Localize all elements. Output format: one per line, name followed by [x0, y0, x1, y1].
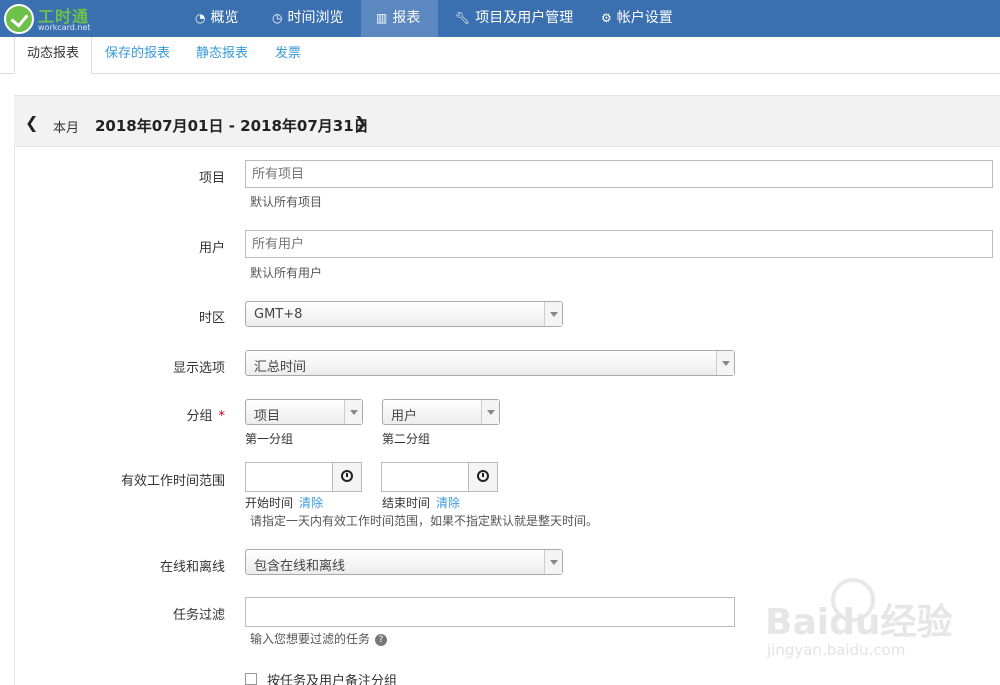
- report-tabs: 动态报表 保存的报表 静态报表 发票: [0, 37, 1000, 74]
- start-time-input[interactable]: [245, 462, 362, 492]
- chevron-down-icon: [344, 400, 362, 424]
- timezone-value: GMT+8: [254, 307, 303, 322]
- user-help: 默认所有用户: [250, 266, 323, 280]
- group-label: 分组 *: [25, 405, 225, 424]
- project-input[interactable]: [245, 160, 993, 188]
- date-range-bar: ❮ 本月 2018年07月01日 - 2018年07月31日 ❯: [14, 95, 1000, 147]
- online-offline-select[interactable]: 包含在线和离线: [245, 549, 563, 575]
- tab-dynamic-report[interactable]: 动态报表: [14, 37, 93, 74]
- online-offline-label: 在线和离线: [159, 560, 225, 575]
- chevron-left-icon[interactable]: ❮: [25, 113, 38, 132]
- start-time-caption: 开始时间 清除: [245, 494, 323, 511]
- top-navbar: 工时通 workcard.net ◔ 概览 ◷ 时间浏览 ▥ 报表 🔧︎ 项目及用户管理…: [0, 0, 1000, 37]
- timezone-select[interactable]: GMT+8: [245, 301, 563, 327]
- start-time-label: 开始时间: [245, 496, 294, 510]
- second-group-caption: 第二分组: [382, 432, 431, 446]
- question-icon[interactable]: ?: [375, 633, 388, 646]
- second-group-value: 用户: [391, 409, 418, 424]
- nav-report[interactable]: ▥ 报表: [361, 0, 438, 37]
- logo-subtitle: workcard.net: [38, 23, 91, 32]
- tab-static-reports[interactable]: 静态报表: [196, 37, 248, 74]
- first-group-select[interactable]: 项目: [245, 399, 363, 425]
- required-mark: *: [218, 409, 226, 424]
- period-label[interactable]: 本月: [53, 117, 79, 136]
- nav-account-label: 帐户设置: [616, 10, 673, 26]
- group-label-text: 分组: [186, 409, 213, 424]
- end-time-input[interactable]: [381, 462, 498, 492]
- clock-icon: ◷: [272, 11, 283, 25]
- second-group-select[interactable]: 用户: [382, 399, 500, 425]
- nav-projects-users-label: 项目及用户管理: [475, 10, 574, 26]
- app-logo[interactable]: 工时通 workcard.net: [4, 2, 96, 35]
- work-range-label: 有效工作时间范围: [120, 474, 225, 489]
- nav-time-browse[interactable]: ◷ 时间浏览: [272, 0, 343, 37]
- user-input[interactable]: [245, 230, 993, 258]
- timezone-label: 时区: [198, 311, 225, 326]
- group-by-note-checkbox[interactable]: [245, 673, 257, 685]
- bar-chart-icon: ▥: [376, 11, 388, 25]
- nav-account-settings[interactable]: ⚙ 帐户设置: [601, 0, 673, 37]
- nav-overview-label: 概览: [210, 10, 239, 26]
- clear-start-link[interactable]: 清除: [299, 496, 323, 510]
- first-group-value: 项目: [254, 409, 281, 424]
- tab-saved-reports[interactable]: 保存的报表: [105, 37, 170, 74]
- end-time-label: 结束时间: [382, 496, 431, 510]
- chevron-down-icon: [716, 351, 734, 375]
- user-label: 用户: [198, 241, 225, 256]
- task-filter-input[interactable]: [245, 597, 735, 627]
- group-by-note-label: 按任务及用户备注分组: [267, 674, 398, 685]
- work-range-help: 请指定一天内有效工作时间范围，如果不指定默认就是整天时间。: [250, 514, 599, 528]
- project-help: 默认所有项目: [250, 195, 323, 209]
- clock-icon[interactable]: [468, 463, 497, 491]
- display-options-label: 显示选项: [172, 361, 225, 376]
- nav-report-label: 报表: [392, 10, 421, 26]
- chevron-down-icon: [481, 400, 499, 424]
- project-label: 项目: [198, 171, 225, 186]
- chevron-down-icon: [544, 550, 562, 574]
- display-options-value: 汇总时间: [254, 360, 307, 375]
- chevron-right-icon[interactable]: ❯: [354, 113, 367, 132]
- nav-projects-users[interactable]: 🔧︎ 项目及用户管理: [455, 0, 573, 37]
- tab-invoices[interactable]: 发票: [275, 37, 301, 74]
- display-options-select[interactable]: 汇总时间: [245, 350, 735, 376]
- first-group-caption: 第一分组: [245, 432, 294, 446]
- date-range-text: 2018年07月01日 - 2018年07月31日: [95, 117, 369, 135]
- online-offline-value: 包含在线和离线: [254, 559, 346, 574]
- nav-time-browse-label: 时间浏览: [287, 10, 344, 26]
- clear-end-link[interactable]: 清除: [436, 496, 460, 510]
- task-filter-help-text: 输入您想要过滤的任务: [250, 632, 371, 646]
- logo-check-icon: [4, 4, 34, 34]
- end-time-caption: 结束时间 清除: [382, 494, 460, 511]
- task-filter-help: 输入您想要过滤的任务?: [250, 630, 388, 647]
- nav-overview[interactable]: ◔ 概览: [195, 0, 238, 37]
- task-filter-label: 任务过滤: [172, 608, 225, 623]
- dashboard-icon: ◔: [195, 11, 206, 25]
- clock-icon[interactable]: [332, 463, 361, 491]
- chevron-down-icon: [544, 302, 562, 326]
- wrench-icon: 🔧︎: [455, 11, 471, 25]
- gear-icon: ⚙: [601, 11, 612, 25]
